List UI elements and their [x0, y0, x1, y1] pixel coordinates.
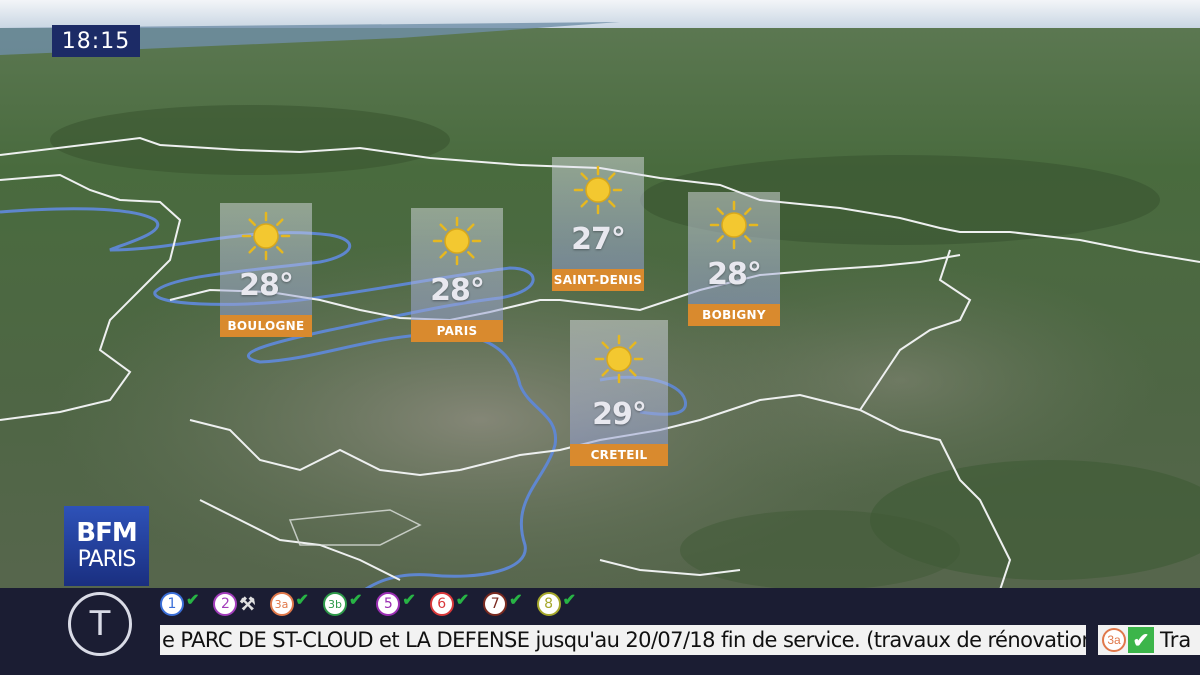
- check-icon: ✔: [562, 592, 576, 609]
- logo-line2: PARIS: [77, 547, 137, 572]
- sun-icon: [432, 216, 482, 266]
- forecast-panel: 29°: [570, 320, 668, 444]
- line-status: 1 ✔: [160, 592, 199, 616]
- check-icon: ✔: [295, 592, 309, 609]
- sun-icon: [594, 334, 644, 384]
- forecast-card-paris: 28° PARIS: [411, 208, 503, 342]
- city-label: CRETEIL: [570, 444, 668, 466]
- line-number: 1: [160, 592, 184, 616]
- ticker-next-text: Tra: [1160, 628, 1192, 652]
- check-icon: ✔: [1128, 627, 1154, 653]
- forecast-panel: 28°: [220, 203, 312, 315]
- city-label: BOBIGNY: [688, 304, 780, 326]
- logo-line1: BFM: [76, 518, 137, 548]
- temperature: 29°: [592, 397, 647, 432]
- sun-icon: [709, 200, 759, 250]
- sun-icon: [573, 165, 623, 215]
- temperature: 28°: [239, 268, 294, 303]
- temperature: 28°: [707, 257, 762, 292]
- temperature: 27°: [571, 222, 626, 257]
- line-status: 5 ✔: [376, 592, 416, 616]
- ticker-next-item: 3a ✔ Tra: [1098, 625, 1200, 655]
- forecast-card-boulogne: 28° BOULOGNE: [220, 203, 312, 337]
- line-number: 6: [429, 592, 454, 616]
- line-number: 5: [376, 592, 401, 616]
- forecast-card-creteil: 29° CRETEIL: [570, 320, 668, 466]
- tram-lines-status: 1 ✔ 2 ⚒ 3a ✔ 3b ✔ 5 ✔ 6 ✔ 7 ✔ 8 ✔: [160, 589, 576, 619]
- forecast-card-saint-denis: 27° SAINT-DENIS: [552, 157, 644, 291]
- clock: 18:15: [52, 25, 140, 57]
- line-number: 3b: [322, 592, 347, 616]
- forecast-panel: 28°: [411, 208, 503, 320]
- check-icon: ✔: [509, 592, 523, 609]
- check-icon: ✔: [186, 592, 200, 609]
- check-icon: ✔: [348, 592, 363, 609]
- line-status: 3b ✔: [322, 592, 363, 616]
- sun-icon: [241, 211, 291, 261]
- forecast-panel: 28°: [688, 192, 780, 304]
- transport-logo-icon: T: [68, 592, 132, 656]
- city-label: BOULOGNE: [220, 315, 312, 337]
- line-number: 3a: [269, 592, 294, 616]
- city-label: SAINT-DENIS: [552, 269, 644, 291]
- roadwork-icon: ⚒: [239, 593, 256, 614]
- ticker-message: e PARC DE ST-CLOUD et LA DEFENSE jusqu'a…: [162, 628, 1086, 652]
- line-status: 3a ✔: [269, 592, 309, 616]
- line-number: 3a: [1102, 628, 1126, 652]
- line-status: 6 ✔: [429, 592, 470, 616]
- forecast-panel: 27°: [552, 157, 644, 269]
- temperature: 28°: [430, 273, 485, 308]
- line-number: 2: [213, 592, 238, 616]
- forecast-card-bobigny: 28° BOBIGNY: [688, 192, 780, 326]
- line-status: 7 ✔: [483, 592, 523, 616]
- line-number: 7: [483, 592, 508, 616]
- city-label: PARIS: [411, 320, 503, 342]
- line-status: 2 ⚒: [213, 592, 256, 616]
- ticker-message-bar: e PARC DE ST-CLOUD et LA DEFENSE jusqu'a…: [160, 625, 1086, 655]
- line-status: 8 ✔: [536, 592, 576, 616]
- channel-logo: BFM PARIS: [64, 506, 149, 586]
- check-icon: ✔: [455, 592, 470, 609]
- check-icon: ✔: [402, 592, 416, 609]
- line-number: 8: [536, 592, 561, 616]
